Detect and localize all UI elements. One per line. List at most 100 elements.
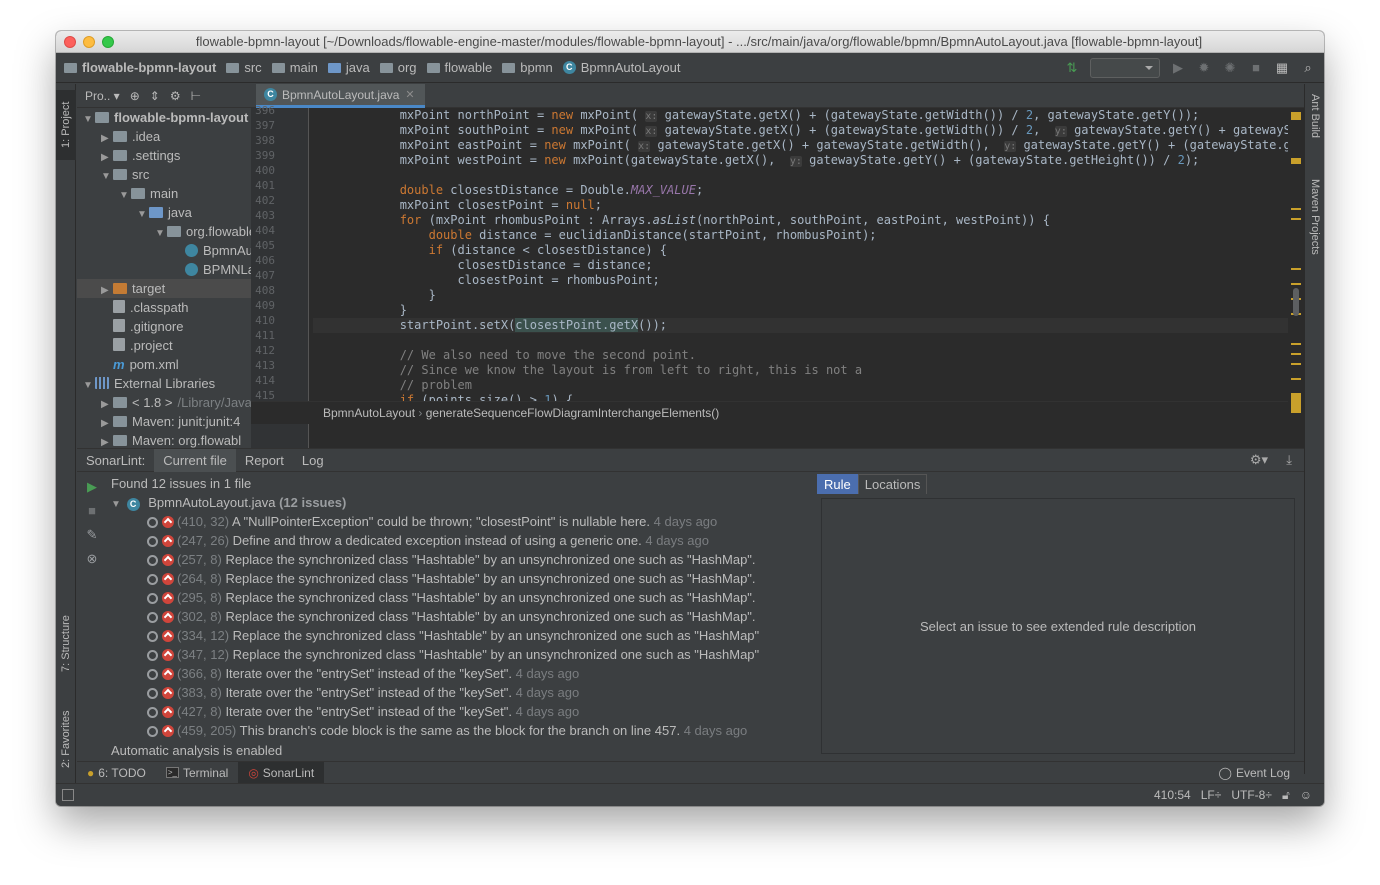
class-icon — [185, 263, 198, 276]
hide-panel-icon[interactable]: ⤓ — [1286, 452, 1292, 468]
issue-row[interactable]: (427, 8) Iterate over the "entrySet" ins… — [111, 702, 815, 721]
tree-item[interactable]: ▼org.flowable.bpmn — [77, 222, 251, 241]
issue-row[interactable]: (302, 8) Replace the synchronized class … — [111, 607, 815, 626]
issue-row[interactable]: (347, 12) Replace the synchronized class… — [111, 645, 815, 664]
file-node[interactable]: ▼ C BpmnAutoLayout.java (12 issues) — [111, 493, 815, 512]
nav-crumb-flowable[interactable]: flowable — [426, 60, 492, 75]
ide-window: flowable-bpmn-layout [~/Downloads/flowab… — [56, 31, 1324, 806]
tree-item[interactable]: m pom.xml — [77, 355, 251, 374]
configure-icon[interactable]: ✎ — [84, 527, 100, 543]
hide-icon[interactable]: ⊢ — [191, 89, 201, 103]
nav-crumb-class[interactable]: C BpmnAutoLayout — [562, 60, 681, 75]
issue-row[interactable]: (264, 8) Replace the synchronized class … — [111, 569, 815, 588]
line-number: 411 — [255, 329, 275, 342]
tool-windows-icon[interactable] — [62, 789, 74, 801]
tab-current-file[interactable]: Current file — [154, 448, 236, 472]
issue-row[interactable]: (459, 205) This branch's code block is t… — [111, 721, 815, 740]
issue-row[interactable]: (410, 32) A "NullPointerException" could… — [111, 512, 815, 531]
nav-crumb-org[interactable]: org — [379, 60, 417, 75]
stop-icon[interactable]: ■ — [1248, 60, 1264, 76]
terminal-tab[interactable]: >_ Terminal — [156, 762, 238, 784]
close-tab-icon[interactable]: ✕ — [405, 84, 414, 106]
tree-item[interactable]: ▼ flowable-bpmn-layout — [77, 108, 251, 127]
tree-item[interactable]: .project — [77, 336, 251, 355]
issue-row[interactable]: (295, 8) Replace the synchronized class … — [111, 588, 815, 607]
project-tool-tab[interactable]: 1: Project — [56, 90, 76, 160]
search-icon[interactable]: ⌕ — [1300, 60, 1316, 76]
nav-crumb-project[interactable]: flowable-bpmn-layout — [64, 60, 216, 75]
inspector-icon[interactable]: ☺ — [1300, 788, 1312, 802]
collapse-all-icon[interactable]: ⇕ — [150, 89, 160, 103]
code-smell-icon — [147, 612, 158, 623]
event-log-tab[interactable]: ◯ Event Log — [1219, 762, 1290, 784]
issue-row[interactable]: (334, 12) Replace the synchronized class… — [111, 626, 815, 645]
close-window-button[interactable] — [64, 36, 76, 48]
project-structure-icon[interactable]: ▦ — [1274, 60, 1290, 76]
run-analysis-icon[interactable]: ▶ — [84, 479, 100, 495]
tree-item[interactable]: ▶ .idea — [77, 127, 251, 146]
sonarlint-tab[interactable]: ◎ SonarLint — [238, 761, 325, 784]
editor-scrollbar[interactable] — [1288, 108, 1304, 424]
tree-item[interactable]: BpmnAutoLayout — [77, 241, 251, 260]
lock-icon[interactable]: 🔓︎ — [1282, 788, 1290, 802]
project-view-select[interactable]: Pro.. ▾ — [85, 89, 120, 103]
tree-item[interactable]: ▼ src — [77, 165, 251, 184]
nav-crumb-src[interactable]: src — [226, 60, 262, 75]
stop-icon[interactable]: ■ — [84, 503, 100, 519]
breadcrumb-method[interactable]: generateSequenceFlowDiagramInterchangeEl… — [426, 406, 720, 420]
tree-item[interactable]: ▼ main — [77, 184, 251, 203]
caret-position[interactable]: 410:54 — [1154, 788, 1191, 802]
tab-report[interactable]: Report — [236, 449, 293, 472]
folder-icon — [95, 112, 109, 123]
folder-icon — [327, 62, 341, 73]
code-area[interactable]: mxPoint northPoint = new mxPoint( x: gat… — [313, 108, 1288, 448]
tab-log[interactable]: Log — [293, 449, 333, 472]
build-icon[interactable]: ⇅ — [1064, 60, 1080, 76]
todo-tab[interactable]: ● 6: TODO — [77, 762, 156, 784]
tree-item[interactable]: ▶ < 1.8 >/Library/Java — [77, 393, 251, 412]
maven-projects-tab[interactable]: Maven Projects — [1305, 179, 1324, 289]
tree-item[interactable]: ▶ target — [77, 279, 251, 298]
severity-major-icon — [162, 611, 174, 623]
gear-icon[interactable]: ⚙▾ — [1250, 452, 1268, 468]
code-line: double closestDistance = Double.MAX_VALU… — [399, 183, 704, 197]
scroll-from-source-icon[interactable]: ⊕ — [130, 89, 140, 103]
tree-item[interactable]: ▶ Maven: junit:junit:4 — [77, 412, 251, 431]
tree-item[interactable]: ▼ java — [77, 203, 251, 222]
tab-rule[interactable]: Rule — [817, 474, 858, 494]
breadcrumb-class[interactable]: BpmnAutoLayout — [323, 406, 415, 420]
tree-item[interactable]: BPMNLayout — [77, 260, 251, 279]
scroll-thumb[interactable] — [1293, 288, 1299, 316]
tree-item[interactable]: ▶ .settings — [77, 146, 251, 165]
issue-row[interactable]: (383, 8) Iterate over the "entrySet" ins… — [111, 683, 815, 702]
minimize-window-button[interactable] — [83, 36, 95, 48]
run-icon[interactable]: ▶ — [1170, 60, 1186, 76]
tab-locations[interactable]: Locations — [857, 474, 928, 494]
nav-crumb-bpmn[interactable]: bpmn — [502, 60, 553, 75]
zoom-window-button[interactable] — [102, 36, 114, 48]
issue-row[interactable]: (257, 8) Replace the synchronized class … — [111, 550, 815, 569]
tree-item[interactable]: .classpath — [77, 298, 251, 317]
favorites-tool-tab[interactable]: 2: Favorites — [56, 699, 76, 779]
ant-build-tab[interactable]: Ant Build — [1305, 94, 1324, 164]
code-line: // We also need to move the second point… — [399, 348, 696, 362]
gear-icon[interactable]: ⚙ — [170, 89, 181, 103]
tree-item[interactable]: ▼ External Libraries — [77, 374, 251, 393]
issue-row[interactable]: (247, 26) Define and throw a dedicated e… — [111, 531, 815, 550]
issue-row[interactable]: (366, 8) Iterate over the "entrySet" ins… — [111, 664, 815, 683]
nav-crumb-main[interactable]: main — [271, 60, 318, 75]
coverage-icon[interactable]: ✺ — [1222, 60, 1238, 76]
warning-stripe-icon[interactable] — [1291, 112, 1301, 120]
editor-tab-bpmnautolayout[interactable]: C BpmnAutoLayout.java ✕ — [256, 84, 425, 108]
file-encoding[interactable]: UTF-8÷ — [1231, 788, 1272, 802]
tree-item[interactable]: .gitignore — [77, 317, 251, 336]
structure-tool-tab[interactable]: 7: Structure — [56, 604, 76, 684]
line-number: 414 — [255, 374, 275, 387]
line-separator[interactable]: LF÷ — [1201, 788, 1222, 802]
debug-icon[interactable]: ✹ — [1196, 60, 1212, 76]
clear-icon[interactable]: ⊗ — [84, 551, 100, 567]
run-config-select[interactable] — [1090, 58, 1160, 78]
file-icon — [113, 300, 125, 313]
rule-panel: Rule Locations Select an issue to see ex… — [817, 474, 1301, 760]
nav-crumb-java[interactable]: java — [327, 60, 370, 75]
